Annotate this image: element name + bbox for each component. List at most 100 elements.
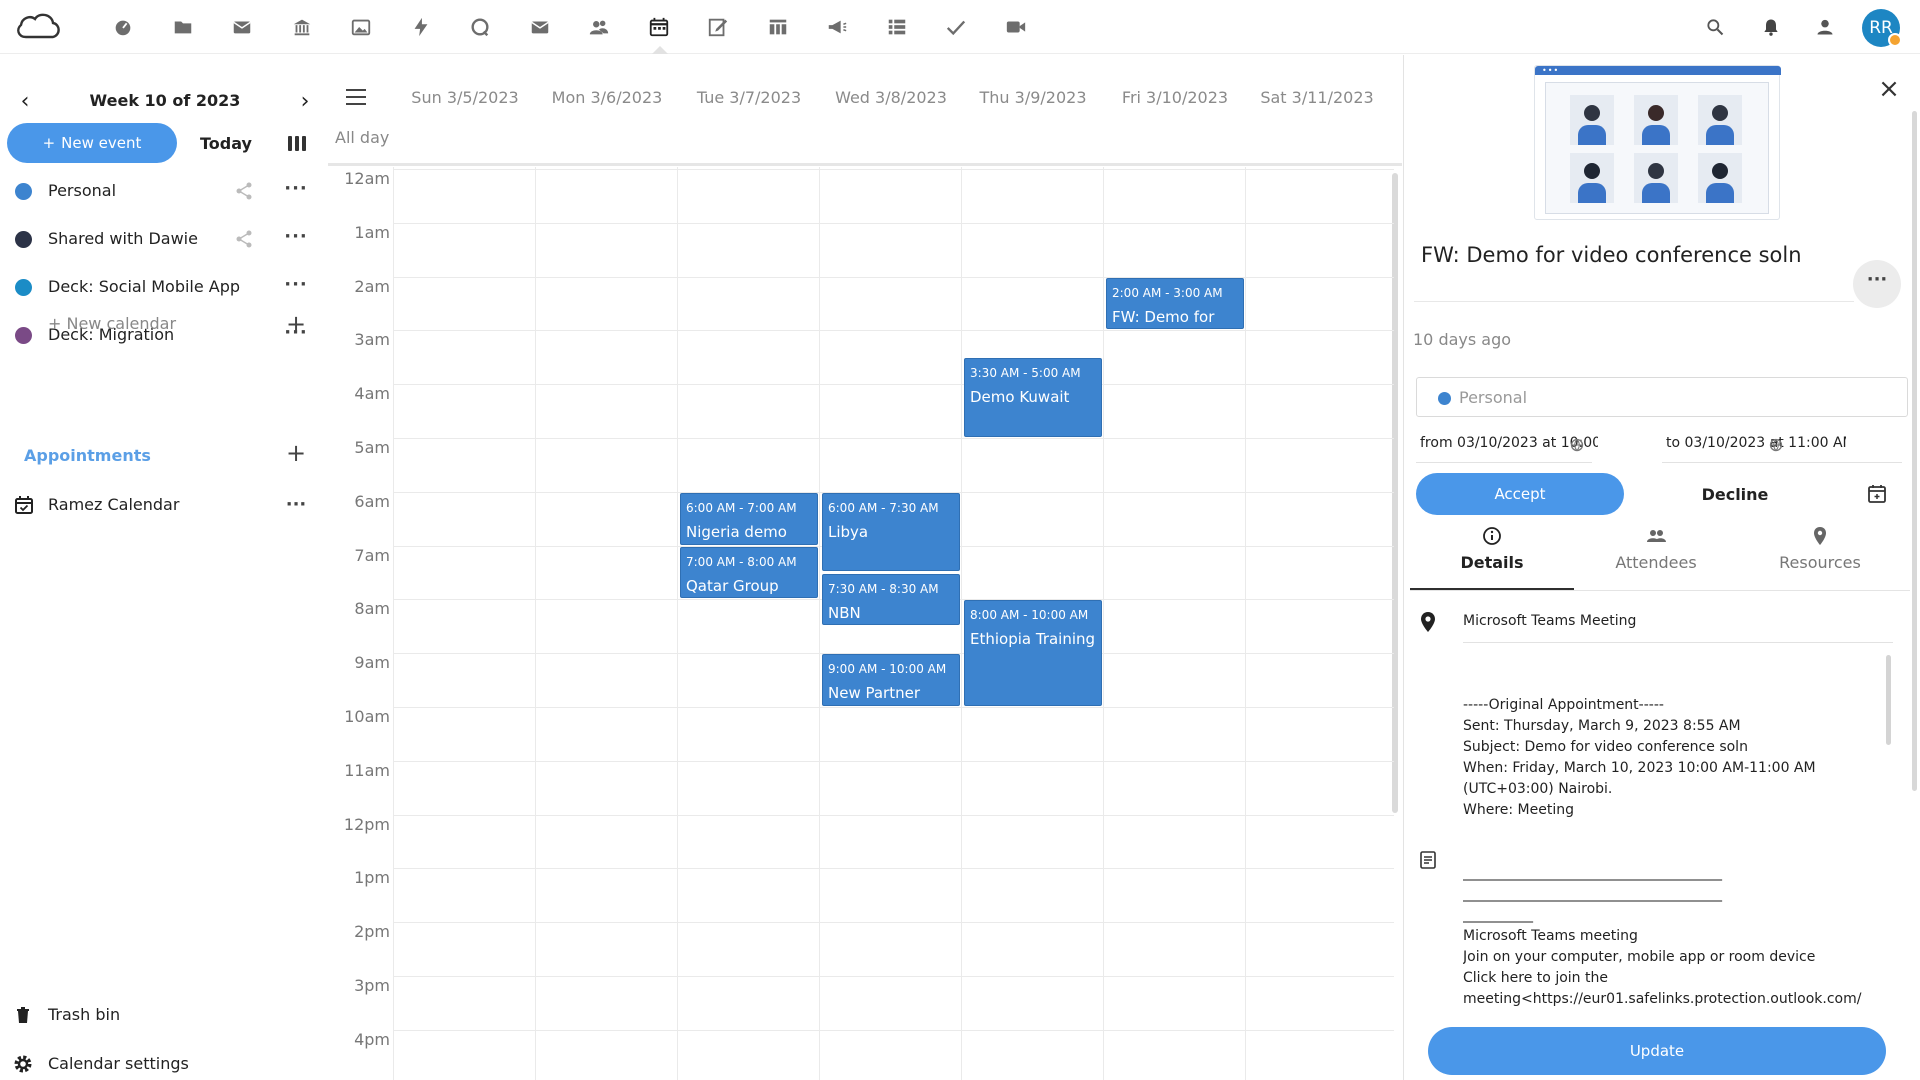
calendar-event[interactable]: 6:00 AM - 7:00 AM Nigeria demo bbox=[680, 492, 818, 545]
bank-icon[interactable] bbox=[287, 12, 317, 42]
appointment-calendar-label[interactable]: Ramez Calendar bbox=[48, 495, 179, 514]
view-toggle-icon[interactable] bbox=[285, 131, 309, 155]
tab-resources[interactable]: Resources bbox=[1738, 525, 1902, 581]
mail-icon[interactable] bbox=[227, 12, 257, 42]
calendar-event[interactable]: 8:00 AM - 10:00 AM Ethiopia Training bbox=[964, 600, 1102, 706]
calendar-color-dot[interactable] bbox=[15, 183, 32, 200]
tabs-divider bbox=[1410, 590, 1910, 591]
hour-label: 3pm bbox=[354, 976, 390, 995]
nextcloud-logo[interactable] bbox=[12, 9, 64, 45]
add-appointment-icon[interactable]: + bbox=[286, 439, 306, 467]
new-event-button[interactable]: + New event bbox=[7, 123, 177, 163]
hour-label: 2am bbox=[354, 276, 390, 296]
hour-line bbox=[394, 384, 1394, 386]
tab-details[interactable]: Details bbox=[1410, 525, 1574, 581]
more-actions-button[interactable]: ··· bbox=[1853, 260, 1901, 308]
close-icon[interactable]: × bbox=[1874, 75, 1904, 105]
globe-icon[interactable] bbox=[1570, 438, 1584, 452]
more-options-icon[interactable]: ··· bbox=[284, 496, 308, 514]
day-header[interactable]: Sat 3/11/2023 bbox=[1246, 88, 1388, 107]
day-header[interactable]: Fri 3/10/2023 bbox=[1104, 88, 1246, 107]
description-line bbox=[1463, 842, 1903, 863]
next-week-button[interactable]: › bbox=[293, 89, 317, 114]
day-header[interactable]: Mon 3/6/2023 bbox=[536, 88, 678, 107]
decline-button[interactable]: Decline bbox=[1640, 473, 1830, 515]
calendar-event[interactable]: 7:30 AM - 8:30 AM NBN bbox=[822, 573, 960, 626]
update-button[interactable]: Update bbox=[1428, 1027, 1886, 1075]
share-icon[interactable] bbox=[234, 229, 254, 249]
notes-icon[interactable] bbox=[703, 12, 733, 42]
video-icon[interactable] bbox=[1001, 12, 1031, 42]
new-calendar-item[interactable]: + New calendar + bbox=[0, 304, 326, 344]
calendar-item[interactable]: Deck: Social Mobile App ··· bbox=[0, 267, 326, 307]
share-icon[interactable] bbox=[234, 181, 254, 201]
day-header[interactable]: Sun 3/5/2023 bbox=[394, 88, 536, 107]
calendar-event[interactable]: 6:00 AM - 7:30 AM Libya bbox=[822, 492, 960, 572]
globe-icon[interactable] bbox=[1769, 438, 1783, 452]
description-line bbox=[1463, 674, 1903, 695]
contacts-menu-icon[interactable] bbox=[1810, 12, 1840, 42]
hour-line bbox=[394, 707, 1394, 708]
calendar-proposal-icon[interactable] bbox=[1866, 483, 1888, 505]
search-icon[interactable] bbox=[1700, 12, 1730, 42]
calendar-picker[interactable]: Personal bbox=[1416, 377, 1908, 417]
panel-scrollbar[interactable] bbox=[1912, 111, 1917, 791]
time-grid[interactable]: 12am 1am 2am 3am 4am 5am 6am 7am 8am 9am 10am 11am 1… bbox=[328, 167, 1402, 1080]
calendar-event[interactable]: 7:00 AM - 8:00 AM Qatar Group bbox=[680, 546, 818, 599]
dashboard-icon[interactable] bbox=[108, 12, 138, 42]
more-options-icon[interactable]: ··· bbox=[284, 180, 308, 201]
calendar-label: Personal bbox=[48, 181, 117, 200]
calendar-item[interactable]: Personal ··· bbox=[0, 171, 326, 211]
location-value[interactable]: Microsoft Teams Meeting bbox=[1463, 613, 1636, 629]
left-sidebar: ‹ Week 10 of 2023 › + New event Today Pe… bbox=[0, 55, 326, 1080]
calendar-color-dot[interactable] bbox=[15, 231, 32, 248]
deck-icon[interactable] bbox=[763, 12, 793, 42]
calendar-icon[interactable] bbox=[644, 12, 674, 54]
week-title: Week 10 of 2023 bbox=[89, 91, 241, 110]
mail-alt-icon[interactable] bbox=[525, 12, 555, 42]
day-header[interactable]: Tue 3/7/2023 bbox=[678, 88, 820, 107]
announcements-icon[interactable] bbox=[822, 12, 852, 42]
tab-attendees[interactable]: Attendees bbox=[1574, 525, 1738, 581]
list-icon[interactable] bbox=[882, 12, 912, 42]
notifications-icon[interactable] bbox=[1756, 12, 1786, 42]
all-day-divider bbox=[328, 163, 1402, 166]
grid-scrollbar[interactable] bbox=[1392, 173, 1398, 813]
calendar-color-dot[interactable] bbox=[15, 279, 32, 296]
description-field[interactable]: -----Original Appointment----- Sent: Thur… bbox=[1463, 653, 1903, 1025]
today-button[interactable]: Today bbox=[190, 123, 262, 163]
contacts-icon[interactable] bbox=[584, 12, 614, 42]
calendar-event[interactable]: 2:00 AM - 3:00 AM FW: Demo for bbox=[1106, 277, 1244, 330]
calendar-item[interactable]: Shared with Dawie ··· bbox=[0, 219, 326, 259]
activity-icon[interactable] bbox=[406, 12, 436, 42]
trash-icon bbox=[17, 1007, 29, 1023]
calendar-settings-item[interactable]: Calendar settings bbox=[0, 1044, 326, 1080]
tasks-icon[interactable] bbox=[941, 12, 971, 42]
talk-icon[interactable] bbox=[465, 12, 495, 42]
hour-label: 9am bbox=[354, 653, 390, 673]
appointments-heading: Appointments bbox=[24, 446, 151, 465]
more-options-icon[interactable]: ··· bbox=[284, 276, 308, 297]
hour-label: 11am bbox=[344, 760, 390, 780]
photos-icon[interactable] bbox=[346, 12, 376, 42]
end-datetime[interactable]: to 03/10/2023 at 11:00 AM bbox=[1666, 435, 1846, 451]
plus-icon[interactable]: + bbox=[286, 310, 306, 338]
more-options-icon[interactable]: ··· bbox=[284, 228, 308, 249]
trash-bin-item[interactable]: Trash bin bbox=[0, 995, 326, 1035]
description-line: Sent: Thursday, March 9, 2023 8:55 AM bbox=[1463, 718, 1741, 734]
hour-line bbox=[394, 760, 1394, 762]
files-icon[interactable] bbox=[168, 12, 198, 42]
description-scrollbar[interactable] bbox=[1886, 655, 1891, 745]
accept-button[interactable]: Accept bbox=[1416, 473, 1624, 515]
start-divider bbox=[1416, 462, 1592, 463]
day-header[interactable]: Thu 3/9/2023 bbox=[962, 88, 1104, 107]
hour-line bbox=[394, 330, 1394, 332]
event-title: NBN bbox=[828, 603, 861, 622]
event-title[interactable]: FW: Demo for video conference soln bbox=[1421, 243, 1802, 267]
day-column-divider bbox=[1103, 167, 1104, 1080]
previous-week-button[interactable]: ‹ bbox=[13, 89, 37, 114]
calendar-event[interactable]: 3:30 AM - 5:00 AM Demo Kuwait bbox=[964, 358, 1102, 437]
calendar-event[interactable]: 9:00 AM - 10:00 AM New Partner bbox=[822, 654, 960, 706]
day-header[interactable]: Wed 3/8/2023 bbox=[820, 88, 962, 107]
menu-toggle-icon[interactable] bbox=[346, 89, 366, 105]
